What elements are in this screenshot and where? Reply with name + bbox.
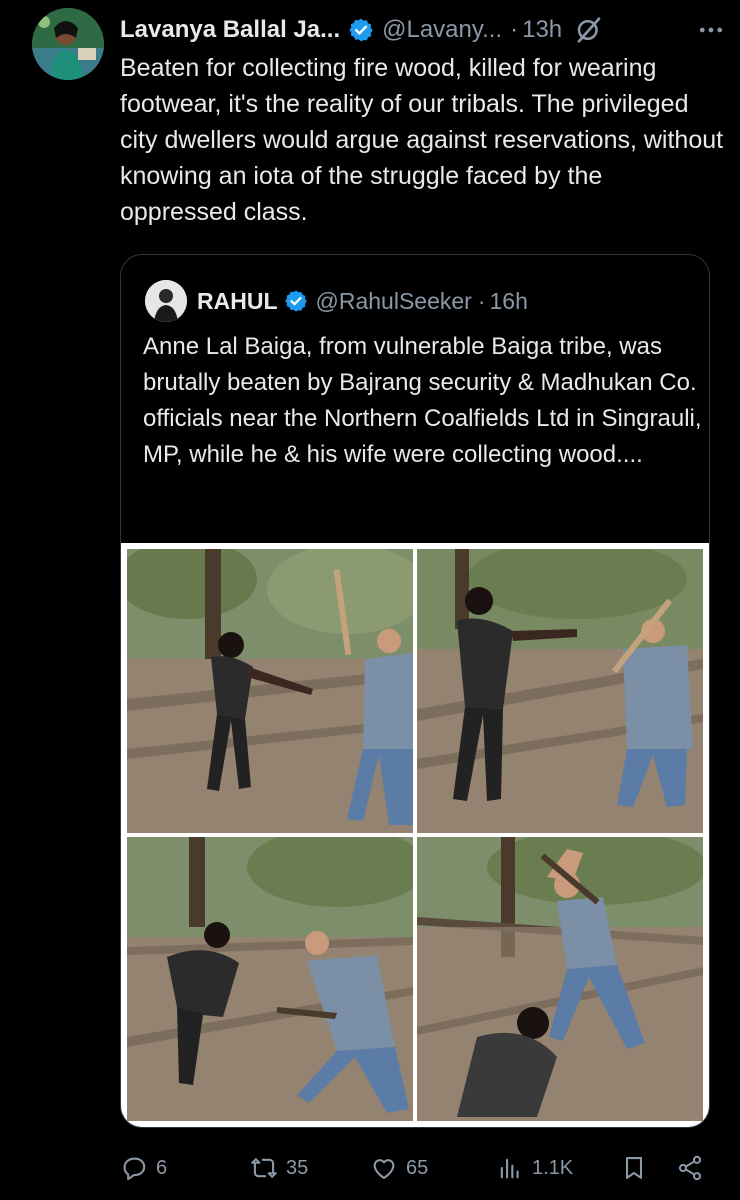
bookmark-button[interactable] [620,1148,648,1188]
view-count: 1.1K [532,1156,574,1179]
repost-icon [251,1158,277,1178]
verified-badge-icon [349,18,373,42]
quoted-author-avatar[interactable] [145,280,187,322]
repost-count: 35 [286,1156,309,1179]
reply-icon [123,1157,146,1181]
post-header: Lavanya Ballal Ja... @Lavany... · 13h [120,10,726,50]
photo-3-image [127,837,413,1121]
quoted-author-name[interactable]: RAHUL [197,288,278,315]
bookmark-icon [625,1157,643,1179]
photo-2-image [417,549,703,833]
post-text: Beaten for collecting fire wood, killed … [120,54,724,226]
quoted-post-header: RAHUL @RahulSeeker · 16h [145,279,528,323]
views-icon [500,1158,519,1179]
author-avatar-image [32,8,104,80]
author-handle[interactable]: @Lavany... [382,16,502,44]
author-name[interactable]: Lavanya Ballal Ja... [120,16,340,44]
photo-4-image [417,837,703,1121]
share-button[interactable] [676,1148,704,1188]
repost-button[interactable]: 35 [250,1148,308,1188]
quoted-post-time[interactable]: 16h [490,288,528,315]
photo-4[interactable] [417,837,703,1121]
quoted-post[interactable]: RAHUL @RahulSeeker · 16h Anne Lal Baiga,… [120,254,710,1128]
more-icon[interactable] [696,15,726,45]
action-bar: 6 35 65 1.1K [120,1148,714,1188]
photo-2[interactable] [417,549,703,833]
quoted-avatar-image [145,280,187,322]
post-time[interactable]: 13h [522,16,562,44]
quoted-post-text: Anne Lal Baiga, from vulnerable Baiga tr… [143,333,702,468]
photo-3[interactable] [127,837,413,1121]
separator-dot: · [477,287,486,314]
photo-1[interactable] [127,549,413,833]
like-icon [373,1159,395,1179]
like-button[interactable]: 65 [370,1148,428,1188]
photo-1-image [127,549,413,833]
verified-badge-icon [284,290,307,312]
quoted-author-handle[interactable]: @RahulSeeker [316,288,472,315]
grok-icon[interactable] [574,15,604,45]
media-grid [121,543,709,1127]
reply-button[interactable]: 6 [120,1148,167,1188]
author-avatar[interactable] [32,8,104,80]
like-count: 65 [406,1156,429,1179]
reply-count: 6 [156,1156,168,1179]
views-button[interactable]: 1.1K [496,1148,573,1188]
share-icon [678,1155,702,1181]
separator-dot: · [510,16,519,43]
